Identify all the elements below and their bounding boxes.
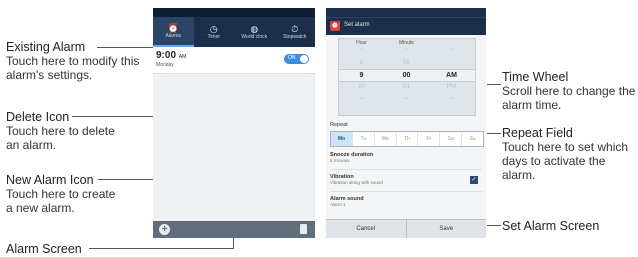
day-thursday[interactable]: Th (397, 132, 419, 146)
wheel-minute-selected: 00 (402, 72, 411, 79)
time-wheel-title: Time Wheel (502, 70, 569, 84)
alarm-clock-icon: ⏰ (330, 21, 340, 31)
chevron-down-icon: ⌄ (448, 95, 455, 101)
tab-timer-label: Timer (207, 34, 221, 40)
wheel-hour-next: 10 (358, 84, 365, 90)
action-buttons: Cancel Save (326, 219, 486, 238)
wheel-row-next[interactable]: 10 01 PM (339, 82, 475, 93)
wheel-arrow-up[interactable]: ⌃ ⌃ ⌃ (339, 47, 475, 58)
tab-stopwatch[interactable]: ⏱ Stopwatch (275, 17, 316, 47)
tab-world-clock-label: World clock (241, 34, 268, 40)
new-alarm-icon-title: New Alarm Icon (6, 173, 94, 187)
chevron-down-icon: ⌄ (403, 95, 410, 101)
new-alarm-icon-desc: Touch here to create a new alarm. (6, 187, 116, 215)
alarm-toggle-label: ON (288, 55, 296, 61)
time-wheel[interactable]: Hour Minute ⌃ ⌃ ⌃ 8 59 9 00 AM 10 01 PM … (338, 38, 476, 116)
alarm-clock-icon: ⏰ (167, 23, 179, 33)
set-alarm-screen: ⏰ Set alarm Hour Minute ⌃ ⌃ ⌃ 8 59 9 00 … (326, 8, 486, 238)
alarm-time: 9:00 AM (156, 50, 186, 61)
chevron-up-icon: ⌃ (448, 49, 455, 55)
alarm-sound-setting[interactable]: Alarm sound Alarm 1 (330, 196, 482, 209)
alarm-bottom-bar: + (153, 221, 315, 238)
alarm-screen-leader-h (89, 248, 234, 249)
wheel-row-prev[interactable]: 8 59 (339, 58, 475, 69)
day-saturday[interactable]: Sa (440, 132, 463, 146)
wheel-arrow-down[interactable]: ⌄ ⌄ ⌄ (339, 93, 475, 104)
set-alarm-header: ⏰ Set alarm (326, 17, 486, 35)
wheel-headers: Hour Minute (339, 39, 475, 47)
toggle-knob (300, 55, 308, 63)
chevron-up-icon: ⌃ (358, 49, 365, 55)
wheel-ampm-selected: AM (446, 72, 457, 79)
tab-alarms-label: Alarms (165, 33, 182, 39)
wheel-header-hour: Hour (356, 40, 367, 46)
snooze-duration-setting[interactable]: Snooze duration 5 minutes (330, 152, 482, 170)
delete-icon-desc: Touch here to delete an alarm. (6, 124, 115, 152)
set-alarm-screen-title: Set Alarm Screen (502, 219, 600, 233)
time-wheel-leader (487, 84, 501, 85)
repeat-field-desc: Touch here to set which days to activate… (502, 140, 629, 182)
wheel-minute-next: 01 (403, 84, 410, 90)
alarm-toggle[interactable]: ON (284, 54, 309, 64)
repeat-label: Repeat (330, 122, 348, 128)
wheel-header-minute: Minute (398, 40, 414, 46)
alarm-time-value: 9:00 (156, 50, 177, 61)
day-tuesday[interactable]: Tu (353, 132, 375, 146)
vibration-desc: Vibration along with sound (330, 180, 383, 185)
stopwatch-icon: ⏱ (291, 24, 299, 34)
repeat-field: Mo Tu We Th Fr Sa Su (330, 131, 484, 147)
wheel-hour-selected: 9 (359, 72, 364, 79)
existing-alarm-row[interactable]: 9:00 AM Monday ON (153, 47, 315, 74)
existing-alarm-leader (97, 47, 155, 48)
add-alarm-icon[interactable]: + (159, 224, 170, 235)
alarm-screen-title: Alarm Screen (6, 242, 82, 256)
save-button[interactable]: Save (407, 220, 487, 238)
alarm-screen: ⏰ Alarms ◷ Timer ◍ World clock ⏱ Stopwat… (153, 8, 315, 238)
set-alarm-title: Set alarm (344, 22, 370, 28)
delete-icon-title: Delete Icon (6, 110, 70, 124)
chevron-down-icon: ⌄ (358, 95, 365, 101)
chevron-up-icon: ⌃ (403, 49, 410, 55)
clock-tabs: ⏰ Alarms ◷ Timer ◍ World clock ⏱ Stopwat… (153, 17, 315, 47)
delete-icon[interactable] (300, 224, 307, 234)
day-wednesday[interactable]: We (375, 132, 397, 146)
wheel-row-selected[interactable]: 9 00 AM (339, 69, 475, 82)
alarm-day: Monday (156, 62, 174, 68)
wheel-ampm-prev (429, 58, 474, 69)
alarm-sound-value: Alarm 1 (330, 202, 346, 207)
wheel-ampm-next: PM (447, 84, 456, 90)
tab-alarms[interactable]: ⏰ Alarms (153, 17, 194, 47)
repeat-field-leader (487, 133, 501, 134)
tab-world-clock[interactable]: ◍ World clock (234, 17, 275, 47)
vibration-setting[interactable]: Vibration Vibration along with sound ✓ (330, 174, 482, 192)
alarm-screen-leader-v (233, 238, 234, 249)
tab-timer[interactable]: ◷ Timer (194, 17, 235, 47)
status-bar (153, 8, 315, 17)
wheel-header-ampm (429, 39, 474, 47)
wheel-minute-prev: 59 (403, 60, 410, 66)
status-bar (326, 8, 486, 17)
vibration-checkbox[interactable]: ✓ (470, 176, 478, 184)
day-monday[interactable]: Mo (331, 132, 353, 146)
existing-alarm-title: Existing Alarm (6, 40, 86, 54)
cancel-button[interactable]: Cancel (326, 220, 407, 238)
set-alarm-screen-leader (487, 225, 501, 226)
snooze-value: 5 minutes (330, 158, 350, 163)
alarm-ampm: AM (178, 54, 187, 60)
repeat-field-title: Repeat Field (502, 126, 573, 140)
existing-alarm-desc: Touch here to modify this alarm's settin… (6, 54, 140, 82)
wheel-hour-prev: 8 (359, 60, 364, 66)
time-wheel-desc: Scroll here to change the alarm time. (502, 84, 636, 112)
timer-icon: ◷ (209, 24, 218, 34)
day-sunday[interactable]: Su (462, 132, 483, 146)
tab-stopwatch-label: Stopwatch (283, 34, 307, 40)
globe-icon: ◍ (250, 24, 259, 34)
day-friday[interactable]: Fr (418, 132, 441, 146)
